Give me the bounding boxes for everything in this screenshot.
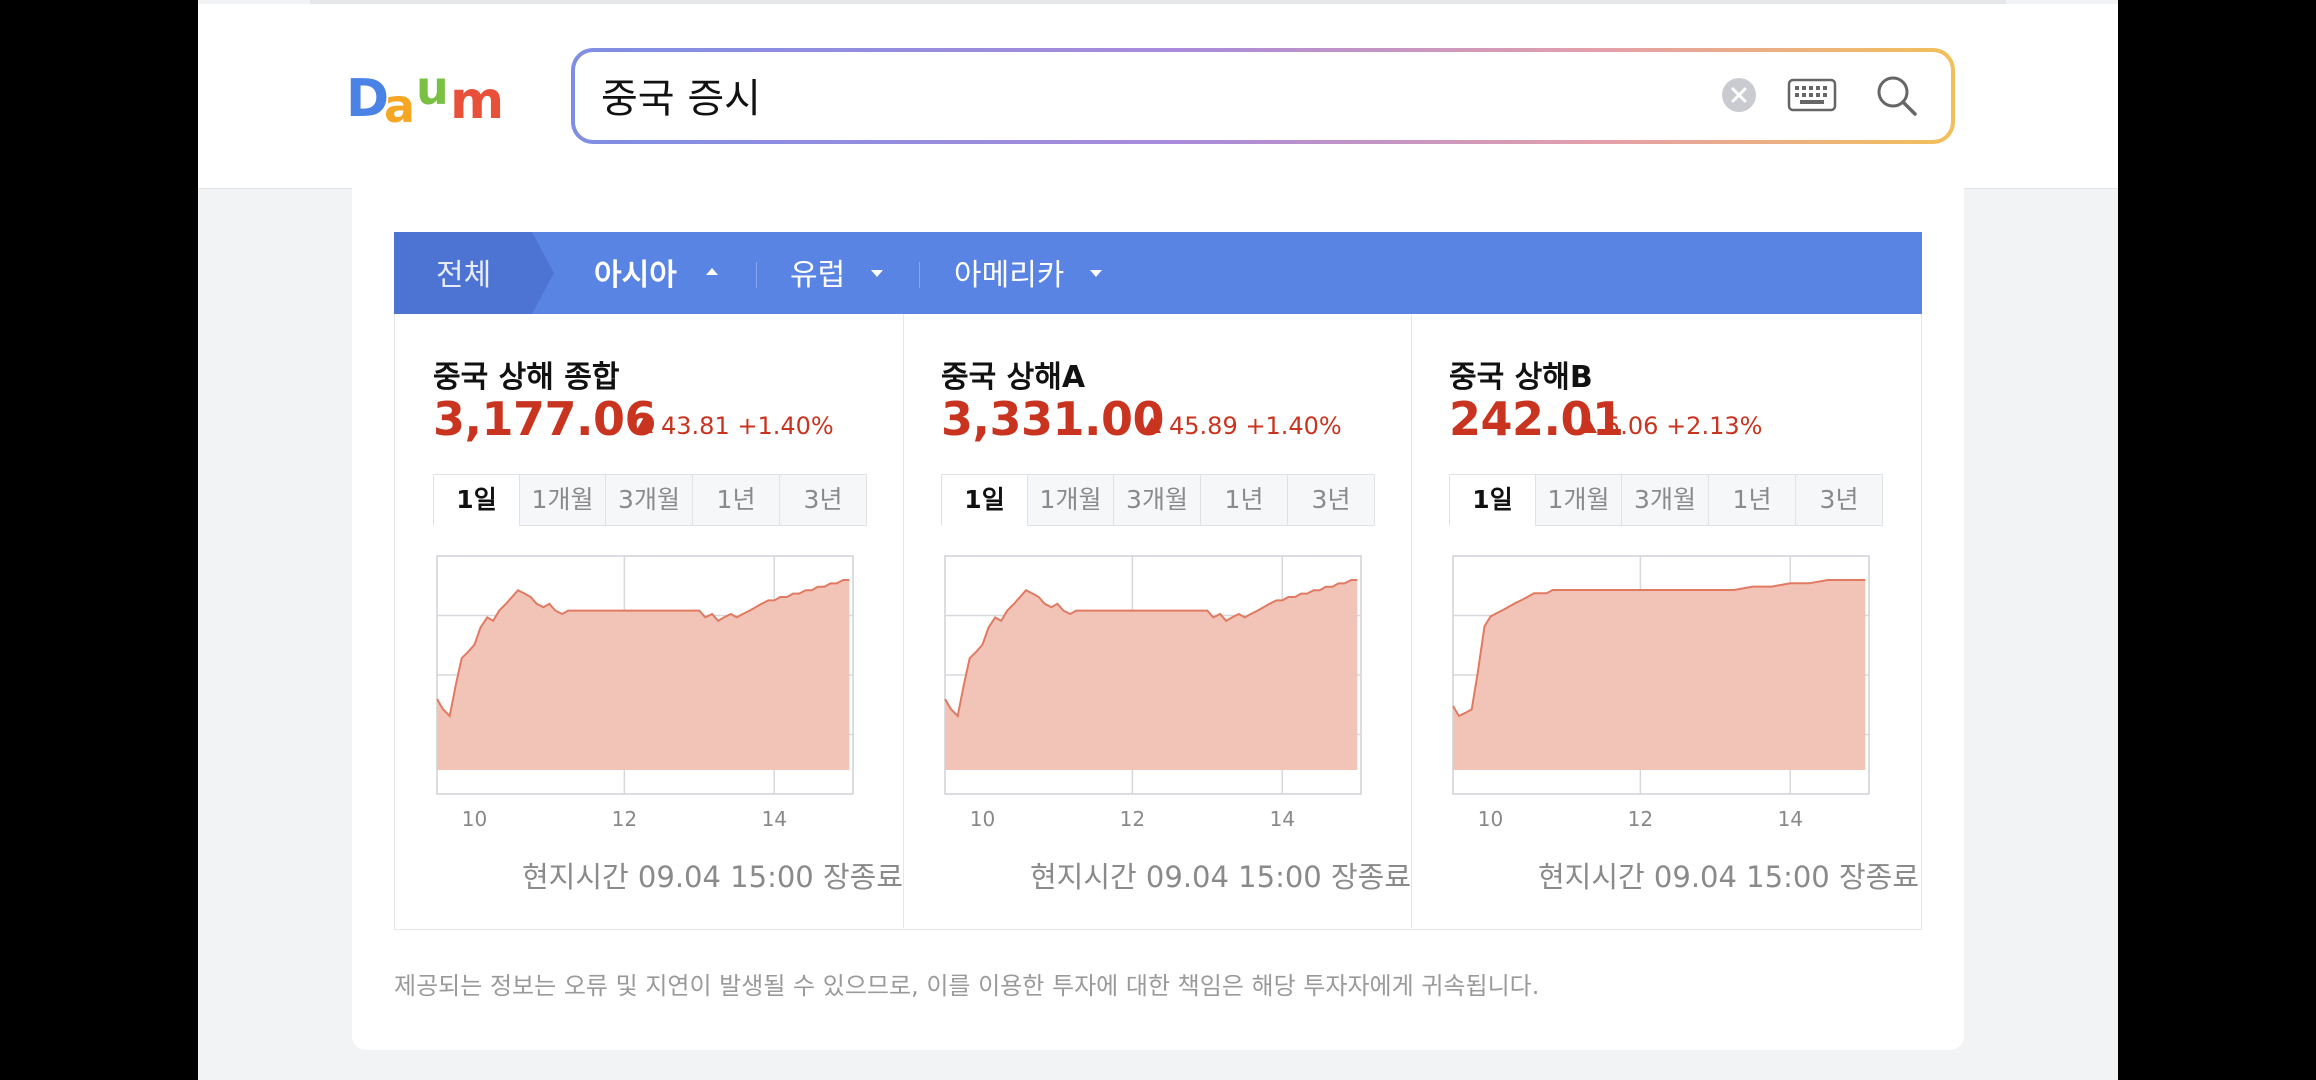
x-tick-label: 14 xyxy=(762,807,787,831)
tab-europe-label: 유럽 xyxy=(790,258,846,293)
x-tick-label: 10 xyxy=(970,807,995,831)
range-tab-3m[interactable]: 3개월 xyxy=(1621,474,1709,526)
range-tabs: 1일 1개월 3개월 1년 3년 xyxy=(1449,474,1883,528)
svg-text:m: m xyxy=(450,71,504,128)
index-change-text: 43.81 +1.40% xyxy=(661,412,834,440)
region-tabs: 전체 아시아 유럽 아메리카 xyxy=(394,232,1922,314)
tab-arrow-decoration xyxy=(532,232,554,314)
svg-text:u: u xyxy=(416,61,449,115)
range-tab-3y[interactable]: 3년 xyxy=(779,474,867,526)
index-change-text: 45.89 +1.40% xyxy=(1169,412,1342,440)
range-tab-3m[interactable]: 3개월 xyxy=(605,474,693,526)
range-tab-3m[interactable]: 3개월 xyxy=(1113,474,1201,526)
triangle-up-icon xyxy=(1143,417,1161,433)
browser-page: D a u m 중국 증시 전체 아시아 유럽 아메리카 중국 상해 종합 3,… xyxy=(198,0,2118,1080)
caret-up-icon xyxy=(706,268,718,275)
range-tab-1d[interactable]: 1일 xyxy=(433,474,520,526)
intraday-chart: 10 12 14 xyxy=(944,555,1362,831)
search-icon[interactable] xyxy=(1875,74,1919,122)
stock-index-card: 전체 아시아 유럽 아메리카 중국 상해 종합 3,177.06 43.81 +… xyxy=(352,188,1964,1050)
index-panel-shanghai-composite: 중국 상해 종합 3,177.06 43.81 +1.40% 1일 1개월 3개… xyxy=(395,314,903,930)
x-tick-label: 12 xyxy=(612,807,637,831)
index-change-text: 5.06 +2.13% xyxy=(1605,412,1763,440)
tab-all-label: 전체 xyxy=(436,258,492,293)
range-tab-1d[interactable]: 1일 xyxy=(941,474,1028,526)
x-tick-label: 12 xyxy=(1120,807,1145,831)
keyboard-icon[interactable] xyxy=(1787,78,1837,116)
search-field-container xyxy=(575,52,1951,140)
range-tab-1y[interactable]: 1년 xyxy=(692,474,780,526)
index-name: 중국 상해B xyxy=(1449,360,1593,395)
daum-logo[interactable]: D a u m xyxy=(346,60,522,133)
price-area xyxy=(1453,580,1866,770)
search-input[interactable] xyxy=(601,66,1641,124)
x-tick-label: 10 xyxy=(1478,807,1503,831)
range-tab-3y[interactable]: 3년 xyxy=(1795,474,1883,526)
index-change: 43.81 +1.40% xyxy=(635,412,834,440)
market-time: 현지시간 09.04 15:00 장종료 xyxy=(1537,860,1919,894)
market-time: 현지시간 09.04 15:00 장종료 xyxy=(521,860,903,894)
range-tab-1d[interactable]: 1일 xyxy=(1449,474,1536,526)
index-change: 45.89 +1.40% xyxy=(1143,412,1342,440)
range-tab-3y[interactable]: 3년 xyxy=(1287,474,1375,526)
disclaimer-text: 제공되는 정보는 오류 및 지연이 발생될 수 있으므로, 이를 이용한 투자에… xyxy=(394,972,1540,1000)
range-tab-1m[interactable]: 1개월 xyxy=(1027,474,1114,526)
range-tab-1m[interactable]: 1개월 xyxy=(1535,474,1622,526)
range-tab-1y[interactable]: 1년 xyxy=(1708,474,1796,526)
intraday-chart: 10 12 14 xyxy=(1452,555,1870,831)
search-header: D a u m xyxy=(198,4,2118,189)
x-tick-label: 14 xyxy=(1270,807,1295,831)
index-change: 5.06 +2.13% xyxy=(1579,412,1762,440)
range-tab-1y[interactable]: 1년 xyxy=(1200,474,1288,526)
clear-icon[interactable] xyxy=(1721,77,1757,117)
market-time: 현지시간 09.04 15:00 장종료 xyxy=(1029,860,1411,894)
tab-separator xyxy=(919,262,920,288)
price-area xyxy=(437,580,850,770)
index-name: 중국 상해 종합 xyxy=(433,360,620,395)
tab-america-label: 아메리카 xyxy=(954,258,1065,293)
tab-asia-label: 아시아 xyxy=(594,258,677,293)
tab-separator xyxy=(756,262,757,288)
range-tab-1m[interactable]: 1개월 xyxy=(519,474,606,526)
triangle-up-icon xyxy=(635,417,653,433)
intraday-chart: 10 12 14 xyxy=(436,555,854,831)
tab-all[interactable]: 전체 xyxy=(394,232,532,314)
x-tick-label: 14 xyxy=(1778,807,1803,831)
price-area xyxy=(945,580,1358,770)
x-tick-label: 12 xyxy=(1628,807,1653,831)
index-value: 3,331.00 xyxy=(941,392,1165,446)
triangle-up-icon xyxy=(1579,417,1597,433)
index-name: 중국 상해A xyxy=(941,360,1086,395)
caret-down-icon xyxy=(871,270,883,277)
range-tabs: 1일 1개월 3개월 1년 3년 xyxy=(941,474,1375,528)
caret-down-icon xyxy=(1090,270,1102,277)
index-value: 3,177.06 xyxy=(433,392,657,446)
search-box xyxy=(571,48,1955,144)
svg-text:D: D xyxy=(346,69,389,128)
index-panels: 중국 상해 종합 3,177.06 43.81 +1.40% 1일 1개월 3개… xyxy=(394,314,1922,930)
x-tick-label: 10 xyxy=(462,807,487,831)
index-panel-shanghai-a: 중국 상해A 3,331.00 45.89 +1.40% 1일 1개월 3개월 … xyxy=(903,314,1411,930)
range-tabs: 1일 1개월 3개월 1년 3년 xyxy=(433,474,867,528)
svg-text:a: a xyxy=(384,79,415,128)
index-panel-shanghai-b: 중국 상해B 242.01 5.06 +2.13% 1일 1개월 3개월 1년 … xyxy=(1411,314,1919,930)
